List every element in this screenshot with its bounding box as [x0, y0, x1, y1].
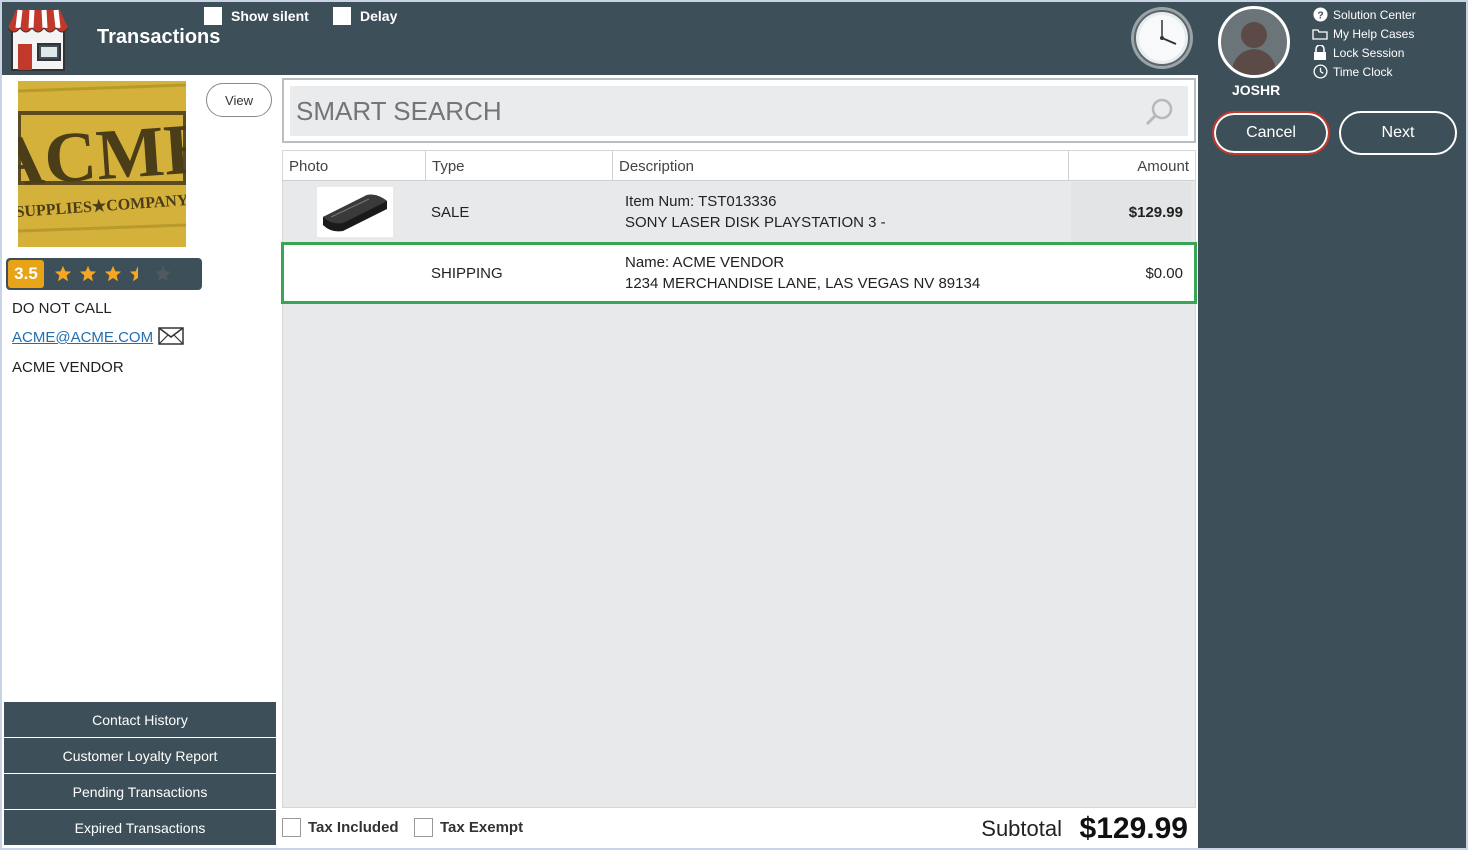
checkbox-box[interactable] — [204, 7, 222, 25]
folder-icon — [1312, 26, 1328, 42]
smart-search-input[interactable] — [290, 95, 1110, 127]
my-help-cases-link[interactable]: My Help Cases — [1312, 24, 1416, 43]
time-clock-label: Time Clock — [1333, 64, 1393, 79]
help-links: ? Solution Center My Help Cases Lock Ses… — [1312, 5, 1416, 81]
expired-transactions-button[interactable]: Expired Transactions — [4, 810, 276, 845]
lock-session-link[interactable]: Lock Session — [1312, 43, 1416, 62]
checkbox-box[interactable] — [333, 7, 351, 25]
question-circle-icon: ? — [1312, 7, 1328, 23]
row-description: Name: ACME VENDOR 1234 MERCHANDISE LANE,… — [625, 244, 980, 302]
username-label: JOSHR — [1232, 82, 1281, 98]
row-description: Item Num: TST013336 SONY LASER DISK PLAY… — [625, 182, 886, 242]
solution-center-link[interactable]: ? Solution Center — [1312, 5, 1416, 24]
checkbox-box[interactable] — [282, 818, 301, 837]
tax-included-label: Tax Included — [308, 819, 399, 836]
avatar[interactable] — [1218, 6, 1290, 78]
row-amount: $0.00 — [1145, 264, 1183, 282]
totals-bar: Tax Included Tax Exempt Subtotal $129.99 — [282, 810, 1196, 848]
customer-note: DO NOT CALL — [12, 300, 112, 317]
wall-clock-icon[interactable] — [1130, 6, 1194, 70]
delay-checkbox[interactable]: Delay — [333, 7, 397, 25]
row-type: SHIPPING — [431, 264, 503, 282]
time-clock-link[interactable]: Time Clock — [1312, 62, 1416, 81]
person-silhouette-icon — [1231, 22, 1277, 75]
tax-included-checkbox[interactable]: Tax Included — [282, 818, 399, 837]
show-silent-checkbox[interactable]: Show silent — [204, 7, 309, 25]
table-row[interactable]: SHIPPING Name: ACME VENDOR 1234 MERCHAND… — [281, 242, 1197, 304]
subtotal-label: Subtotal — [981, 816, 1062, 841]
smart-search-box — [282, 78, 1196, 143]
pending-transactions-button[interactable]: Pending Transactions — [4, 774, 276, 809]
rating-value: 3.5 — [8, 260, 44, 288]
view-button[interactable]: View — [206, 83, 272, 117]
column-header-photo[interactable]: Photo — [283, 151, 426, 181]
star-icon — [79, 265, 97, 282]
show-silent-label: Show silent — [231, 8, 309, 24]
envelope-icon[interactable] — [158, 327, 184, 345]
column-header-description[interactable]: Description — [613, 151, 1069, 181]
row-type: SALE — [431, 203, 470, 221]
solution-center-label: Solution Center — [1333, 7, 1416, 22]
subtotal-value: $129.99 — [1079, 812, 1188, 845]
table-row[interactable]: SALE Item Num: TST013336 SONY LASER DISK… — [283, 182, 1195, 242]
side-menu: Contact History Customer Loyalty Report … — [4, 702, 276, 846]
row-description-line2: SONY LASER DISK PLAYSTATION 3 - — [625, 214, 886, 231]
grid-header: Photo Type Description Amount — [283, 151, 1195, 181]
tax-exempt-label: Tax Exempt — [440, 819, 524, 836]
contact-history-button[interactable]: Contact History — [4, 702, 276, 737]
customer-loyalty-report-button[interactable]: Customer Loyalty Report — [4, 738, 276, 773]
clock-icon — [1312, 64, 1328, 80]
customer-email-link[interactable]: ACME@ACME.COM — [12, 329, 153, 346]
game-console-image — [317, 187, 393, 237]
my-help-cases-label: My Help Cases — [1333, 26, 1415, 41]
checkbox-box[interactable] — [414, 818, 433, 837]
next-button[interactable]: Next — [1339, 111, 1457, 155]
customer-name: ACME VENDOR — [12, 359, 124, 376]
rating-badge: 3.5 — [6, 258, 202, 290]
row-description-line2: 1234 MERCHANDISE LANE, LAS VEGAS NV 8913… — [625, 275, 981, 292]
cancel-button[interactable]: Cancel — [1212, 111, 1330, 155]
star-icon — [54, 265, 72, 282]
row-description-line1: Item Num: TST013336 — [625, 193, 777, 210]
column-header-type[interactable]: Type — [426, 151, 613, 181]
empty-star-icon — [154, 265, 172, 282]
row-description-line1: Name: ACME VENDOR — [625, 254, 785, 271]
header-bar: Transactions Show silent Delay — [2, 2, 1198, 75]
star-icon — [104, 265, 122, 282]
user-panel: JOSHR ? Solution Center My Help Cases Lo… — [1198, 2, 1466, 848]
page-title: Transactions — [97, 26, 221, 48]
transaction-grid: Photo Type Description Amount SALE Item … — [281, 150, 1197, 808]
magnifier-icon[interactable] — [1144, 97, 1174, 127]
search-field-container — [290, 86, 1188, 136]
half-star-icon — [129, 265, 147, 282]
column-header-amount[interactable]: Amount — [1069, 151, 1195, 181]
lock-icon — [1312, 44, 1328, 61]
row-amount: $129.99 — [1071, 182, 1191, 242]
store-icon — [7, 9, 69, 71]
delay-label: Delay — [360, 8, 398, 24]
star-rating — [54, 265, 172, 283]
lock-session-label: Lock Session — [1333, 45, 1405, 60]
item-photo — [317, 182, 393, 242]
customer-panel: ACME SUPPLIES★COMPANY View 3.5 DO NOT CA… — [2, 75, 278, 848]
tax-exempt-checkbox[interactable]: Tax Exempt — [414, 818, 523, 837]
acme-logo-image: ACME SUPPLIES★COMPANY — [18, 81, 186, 247]
svg-text:ACME: ACME — [18, 107, 186, 202]
svg-text:?: ? — [1317, 10, 1323, 21]
